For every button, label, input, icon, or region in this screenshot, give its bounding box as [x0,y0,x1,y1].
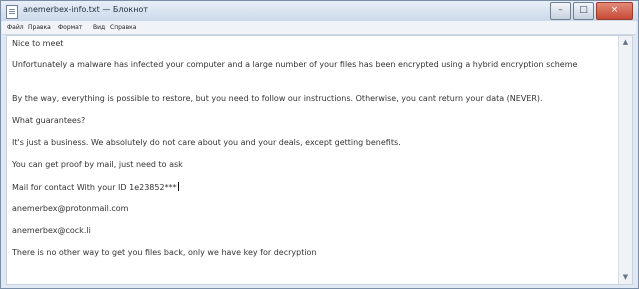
menu-view[interactable]: Вид [93,24,105,31]
document-line: You can get proof by mail, just need to … [12,160,183,169]
notepad-window: anemerbex-info.txt — Блокнот – □ × Файл … [0,0,639,289]
vertical-scrollbar[interactable]: ▲ ▼ [618,36,632,284]
document-line: Nice to meet [12,39,64,48]
title-bar[interactable]: anemerbex-info.txt — Блокнот – □ × [1,1,638,21]
document-line: anemerbex@cock.li [12,226,91,235]
menu-help[interactable]: Справка [110,24,136,31]
document-line: There is no other way to get you files b… [12,248,317,257]
close-button[interactable]: × [596,2,633,20]
document-line: anemerbex@protonmail.com [12,204,129,213]
document-line: Unfortunately a malware has infected you… [12,60,578,69]
scroll-down-arrow-icon[interactable]: ▼ [620,272,631,283]
text-caret [177,182,179,191]
document-line: By the way, everything is possible to re… [12,94,543,103]
document-line: Mail for contact With your ID 1e23852*** [12,182,179,193]
document-line: What guarantees? [12,116,86,125]
text-editor[interactable]: Nice to meet Unfortunately a malware has… [6,35,633,285]
menu-edit[interactable]: Правка [28,24,51,31]
menu-bar: Файл Правка Формат Вид Справка [2,21,636,35]
notepad-icon [6,5,18,19]
document-line: It's just a business. We absolutely do n… [12,138,401,147]
maximize-button[interactable]: □ [573,2,594,20]
window-title: anemerbex-info.txt — Блокнот [23,5,148,14]
menu-file[interactable]: Файл [7,24,24,31]
window-controls: – □ × [548,2,633,20]
scroll-up-arrow-icon[interactable]: ▲ [620,37,631,48]
menu-format[interactable]: Формат [58,24,82,31]
contact-id-text: Mail for contact With your ID 1e23852*** [12,183,177,192]
minimize-button[interactable]: – [550,2,571,20]
